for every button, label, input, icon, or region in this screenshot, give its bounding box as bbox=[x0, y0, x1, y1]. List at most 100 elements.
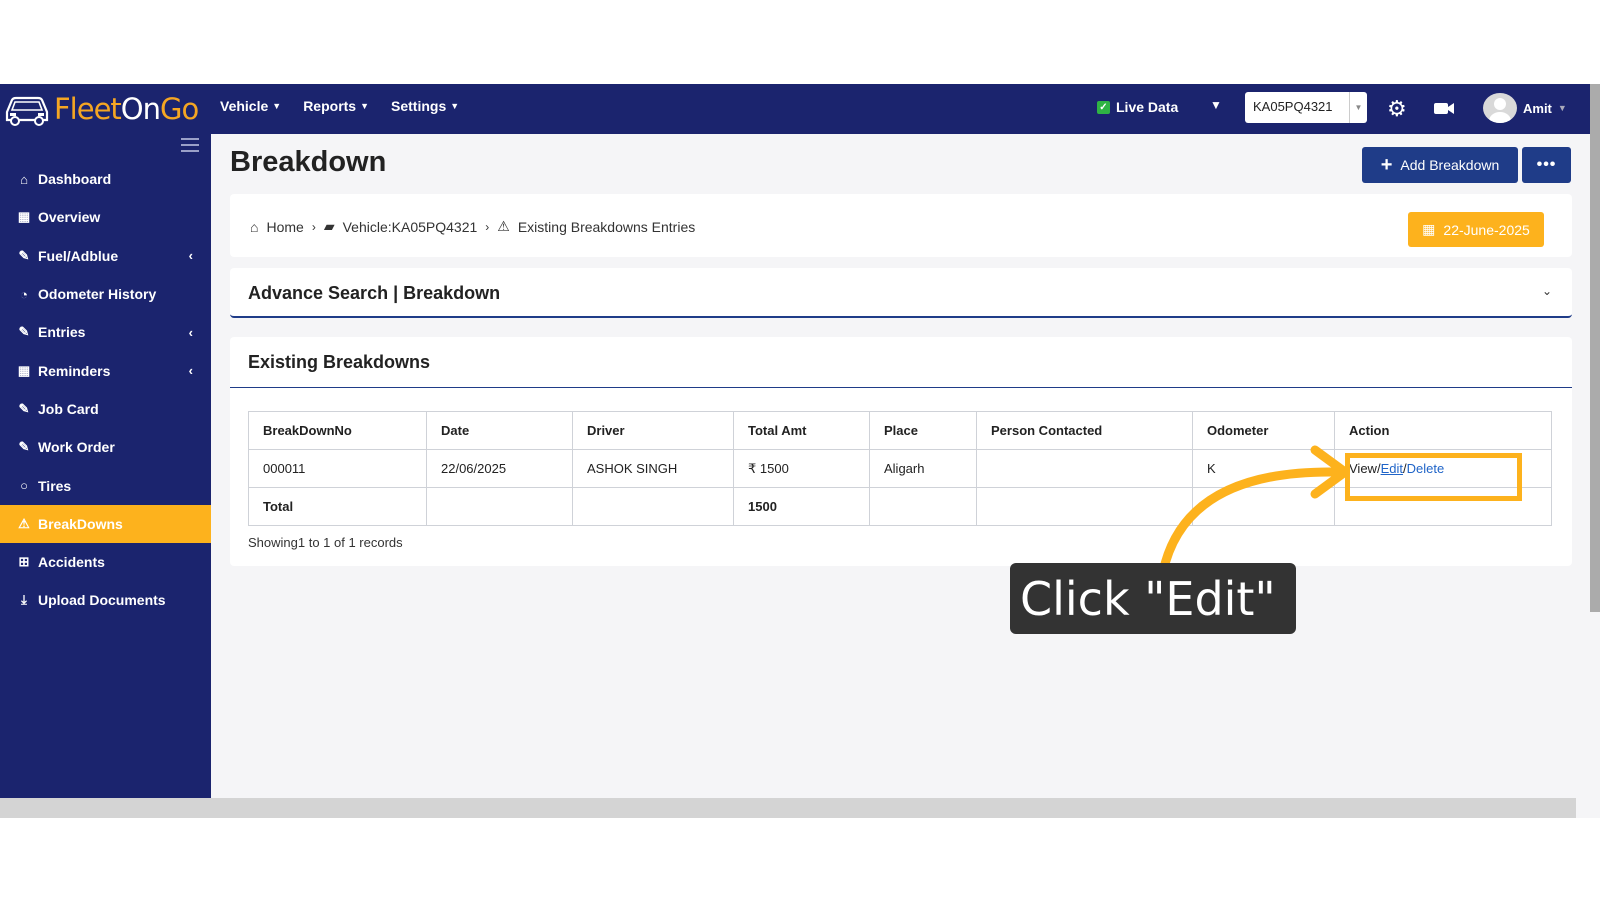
cell-total-label: Total bbox=[248, 487, 427, 526]
gear-icon[interactable]: ⚙ bbox=[1387, 96, 1407, 122]
add-breakdown-label: Add Breakdown bbox=[1400, 157, 1500, 173]
truck-icon: ▰ bbox=[323, 218, 335, 234]
top-navbar: FleetOnGo Vehicle ▼ Reports ▼ Settings ▼ ✓ … bbox=[0, 84, 1590, 134]
nav-reports-menu[interactable]: Reports ▼ bbox=[303, 98, 369, 114]
checkbox-checked-icon: ✓ bbox=[1097, 100, 1110, 114]
cell-total-amount: 1500 bbox=[733, 487, 870, 526]
select-arrow-icon: ▼ bbox=[1349, 92, 1367, 123]
sidebar-item-dashboard[interactable]: ⌂ Dashboard bbox=[0, 160, 211, 198]
header-date[interactable]: Date bbox=[426, 411, 573, 450]
plus-icon: + bbox=[1380, 153, 1393, 176]
dashboard-gauge-icon: ◔ bbox=[20, 286, 28, 302]
user-menu[interactable]: Amit ▼ bbox=[1483, 93, 1567, 123]
sidebar: ⌂ Dashboard ▦ Overview ✎ Fuel/Adblue ‹ ◔ Odomete… bbox=[0, 134, 211, 818]
header-breakdown-no[interactable]: BreakDownNo bbox=[248, 411, 427, 450]
sidebar-item-accidents[interactable]: ⊞ Accidents bbox=[0, 543, 211, 581]
nav-vehicle-menu[interactable]: Vehicle ▼ bbox=[220, 98, 281, 114]
edit-highlight-box bbox=[1345, 453, 1522, 501]
header-action[interactable]: Action bbox=[1334, 411, 1552, 450]
sidebar-item-label: Job Card bbox=[38, 400, 99, 417]
sidebar-item-odometer-history[interactable]: ◔ Odometer History bbox=[0, 275, 211, 313]
main-nav-menu: Vehicle ▼ Reports ▼ Settings ▼ bbox=[220, 98, 459, 114]
sidebar-item-label: Work Order bbox=[38, 439, 115, 456]
warning-icon: ⚠ bbox=[18, 515, 30, 531]
sidebar-item-label: Tires bbox=[38, 477, 72, 494]
nav-settings-menu[interactable]: Settings ▼ bbox=[391, 98, 459, 114]
cell-total-amt: ₹ 1500 bbox=[733, 449, 870, 488]
chevron-left-icon: ‹ bbox=[188, 363, 193, 379]
truck-logo-icon bbox=[5, 96, 49, 126]
sidebar-item-tires[interactable]: ○ Tires bbox=[0, 466, 211, 504]
breadcrumb-card: ⌂ Home › ▰ Vehicle:KA05PQ4321 › ⚠ Existi… bbox=[230, 194, 1572, 257]
cell-driver: ASHOK SINGH bbox=[572, 449, 734, 488]
breadcrumb-home[interactable]: Home bbox=[266, 219, 303, 235]
vertical-scrollbar[interactable] bbox=[1590, 84, 1600, 612]
home-icon: ⌂ bbox=[20, 171, 28, 187]
pointer-arrow-icon bbox=[1158, 445, 1350, 575]
breadcrumb: ⌂ Home › ▰ Vehicle:KA05PQ4321 › ⚠ Existi… bbox=[250, 218, 695, 235]
more-options-button[interactable]: ••• bbox=[1522, 147, 1571, 183]
header-place[interactable]: Place bbox=[869, 411, 977, 450]
edit-icon: ✎ bbox=[18, 324, 30, 340]
sidebar-item-job-card[interactable]: ✎ Job Card bbox=[0, 390, 211, 428]
calendar-icon: ▦ bbox=[1422, 221, 1436, 237]
date-badge[interactable]: ▦ 22-June-2025 bbox=[1408, 212, 1544, 247]
edit-icon: ✎ bbox=[18, 247, 30, 263]
sidebar-item-overview[interactable]: ▦ Overview bbox=[0, 198, 211, 236]
sidebar-menu: ⌂ Dashboard ▦ Overview ✎ Fuel/Adblue ‹ ◔ Odomete… bbox=[0, 160, 211, 620]
chevron-down-icon: ▼ bbox=[272, 101, 282, 111]
sidebar-item-label: Overview bbox=[38, 209, 101, 226]
calendar-icon: ▦ bbox=[17, 362, 31, 378]
header-total-amt[interactable]: Total Amt bbox=[733, 411, 870, 450]
instruction-tooltip: Click "Edit" bbox=[1010, 563, 1296, 634]
sidebar-item-entries[interactable]: ✎ Entries ‹ bbox=[0, 313, 211, 351]
chevron-left-icon: ‹ bbox=[188, 324, 193, 340]
overview-icon: ▦ bbox=[17, 209, 31, 225]
chevron-down-icon[interactable]: ⌄ bbox=[1542, 284, 1552, 298]
download-icon: ⤓ bbox=[21, 592, 27, 608]
advance-search-title: Advance Search | Breakdown bbox=[248, 283, 501, 303]
live-data-dropdown-chevron-icon[interactable]: ▼ bbox=[1210, 98, 1222, 112]
sidebar-item-breakdowns[interactable]: ⚠ BreakDowns bbox=[0, 504, 211, 543]
nav-reports-label: Reports bbox=[303, 98, 357, 114]
edit-icon: ✎ bbox=[18, 439, 30, 455]
horizontal-scrollbar[interactable] bbox=[0, 798, 1576, 818]
cell-place: Aligarh bbox=[869, 449, 977, 488]
breadcrumb-current: Existing Breakdowns Entries bbox=[517, 218, 696, 235]
video-camera-icon[interactable] bbox=[1433, 97, 1455, 119]
live-data-toggle[interactable]: ✓ Live Data bbox=[1097, 99, 1178, 115]
sidebar-item-work-order[interactable]: ✎ Work Order bbox=[0, 428, 211, 466]
advance-search-panel[interactable]: Advance Search | Breakdown ⌄ bbox=[230, 268, 1572, 318]
existing-breakdowns-panel: Existing Breakdowns BreakDownNo Date Dri… bbox=[230, 337, 1572, 566]
pagination-info: Showing1 to 1 of 1 records bbox=[248, 535, 403, 550]
hamburger-menu-icon[interactable] bbox=[181, 138, 199, 152]
date-badge-label: 22-June-2025 bbox=[1443, 221, 1530, 238]
brand-name: FleetOnGo bbox=[54, 92, 199, 126]
tire-icon: ○ bbox=[20, 478, 28, 494]
breadcrumb-separator-icon: › bbox=[311, 219, 316, 234]
brand-logo[interactable]: FleetOnGo bbox=[4, 90, 199, 128]
breadcrumb-separator-icon: › bbox=[485, 219, 490, 234]
sidebar-item-label: Fuel/Adblue bbox=[38, 247, 119, 264]
sidebar-item-reminders[interactable]: ▦ Reminders ‹ bbox=[0, 351, 211, 389]
cell-breakdown-no: 000011 bbox=[248, 449, 427, 488]
chevron-left-icon: ‹ bbox=[188, 248, 193, 264]
cell-empty bbox=[426, 487, 573, 526]
sidebar-item-label: BreakDowns bbox=[38, 515, 123, 532]
sidebar-item-fuel-adblue[interactable]: ✎ Fuel/Adblue ‹ bbox=[0, 237, 211, 275]
chevron-down-icon: ▼ bbox=[360, 101, 370, 111]
plus-square-icon: ⊞ bbox=[18, 554, 30, 570]
sidebar-item-upload-documents[interactable]: ⤓ Upload Documents bbox=[0, 581, 211, 619]
vehicle-select-value: KA05PQ4321 bbox=[1253, 99, 1333, 114]
chevron-down-icon: ▼ bbox=[1557, 103, 1567, 113]
vehicle-select[interactable]: KA05PQ4321 ▼ bbox=[1245, 92, 1367, 123]
sidebar-item-label: Dashboard bbox=[38, 171, 112, 188]
nav-vehicle-label: Vehicle bbox=[220, 98, 269, 114]
home-icon: ⌂ bbox=[250, 218, 259, 235]
panel-divider bbox=[230, 387, 1572, 388]
avatar bbox=[1483, 93, 1517, 123]
page-title: Breakdown bbox=[230, 146, 387, 178]
header-driver[interactable]: Driver bbox=[572, 411, 734, 450]
breadcrumb-vehicle[interactable]: Vehicle:KA05PQ4321 bbox=[343, 219, 478, 235]
add-breakdown-button[interactable]: + Add Breakdown bbox=[1362, 147, 1518, 183]
